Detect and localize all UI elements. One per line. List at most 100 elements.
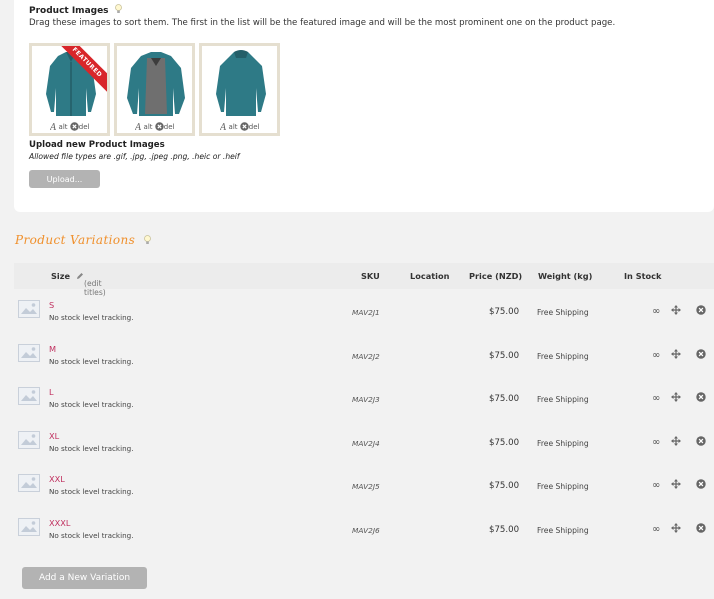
- remove-icon[interactable]: [696, 305, 706, 315]
- variation-stock[interactable]: ∞: [652, 306, 660, 317]
- thumb-actions: Aalt del: [117, 122, 192, 131]
- variation-weight[interactable]: Free Shipping: [537, 352, 589, 361]
- variation-sku[interactable]: MAV2J2: [352, 352, 380, 361]
- variation-row: L No stock level tracking. MAV2J3 $75.00…: [14, 378, 714, 421]
- stock-tracking-note: No stock level tracking.: [49, 443, 134, 453]
- del-label[interactable]: del: [249, 123, 260, 131]
- pencil-icon: [77, 273, 83, 279]
- variation-price[interactable]: $75.00: [489, 525, 519, 535]
- thumb-actions: Aalt del: [32, 122, 107, 131]
- alt-label[interactable]: alt: [229, 123, 238, 131]
- image-placeholder-icon[interactable]: [18, 343, 40, 362]
- variation-stock[interactable]: ∞: [652, 350, 660, 361]
- variation-price[interactable]: $75.00: [489, 307, 519, 317]
- variation-price[interactable]: $75.00: [489, 481, 519, 491]
- variation-size-link[interactable]: S: [49, 300, 54, 310]
- stock-tracking-note: No stock level tracking.: [49, 313, 134, 322]
- variation-sku[interactable]: MAV2J3: [352, 395, 380, 404]
- header-location: Location: [410, 271, 450, 281]
- variation-price[interactable]: $75.00: [489, 394, 519, 404]
- variation-size-link[interactable]: XXL: [49, 474, 65, 484]
- svg-text:A: A: [220, 123, 227, 131]
- lightbulb-icon[interactable]: [114, 4, 122, 14]
- variation-row: M No stock level tracking. MAV2J2 $75.00…: [14, 335, 714, 378]
- alt-text-icon[interactable]: A: [135, 122, 144, 131]
- variation-sku[interactable]: MAV2J1: [352, 308, 380, 317]
- alt-text-icon[interactable]: A: [50, 122, 59, 131]
- variation-size-link[interactable]: XL: [49, 431, 59, 441]
- stock-tracking-note: No stock level tracking.: [49, 400, 134, 409]
- variation-price[interactable]: $75.00: [489, 351, 519, 361]
- product-image-thumb[interactable]: Aalt del: [114, 43, 195, 136]
- header-price: Price (NZD): [469, 271, 523, 281]
- move-icon[interactable]: [671, 435, 681, 446]
- remove-icon[interactable]: [696, 479, 706, 489]
- image-placeholder-icon[interactable]: [18, 430, 40, 449]
- variation-weight[interactable]: Free Shipping: [537, 308, 589, 317]
- variation-sku[interactable]: MAV2J6: [352, 526, 380, 535]
- variation-row: XL No stock level tracking. MAV2J4 $75.0…: [14, 422, 714, 465]
- alt-label[interactable]: alt: [59, 123, 68, 131]
- move-icon[interactable]: [671, 348, 681, 359]
- add-variation-button[interactable]: Add a New Variation: [22, 567, 147, 589]
- variation-sku[interactable]: MAV2J4: [352, 439, 380, 448]
- remove-icon[interactable]: [696, 522, 706, 533]
- jacket-open-image: [127, 52, 185, 116]
- variation-size-link[interactable]: XXXL: [49, 518, 70, 528]
- upload-allowed-types: Allowed file types are .gif, .jpg, .jpeg…: [29, 152, 240, 161]
- product-variations-title: Product Variations: [15, 233, 152, 247]
- del-label[interactable]: del: [79, 123, 90, 131]
- lightbulb-icon[interactable]: [144, 235, 152, 245]
- svg-text:A: A: [50, 123, 57, 131]
- image-placeholder-icon[interactable]: [18, 387, 40, 405]
- thumb-actions: Aalt del: [202, 122, 277, 131]
- delete-icon[interactable]: [70, 122, 79, 131]
- variation-stock[interactable]: ∞: [652, 480, 660, 491]
- variation-sku[interactable]: MAV2J5: [352, 482, 380, 491]
- upload-button[interactable]: Upload...: [29, 170, 100, 188]
- variation-size-link[interactable]: M: [49, 344, 56, 354]
- svg-text:A: A: [135, 123, 142, 131]
- variation-stock[interactable]: ∞: [652, 437, 660, 448]
- variation-price[interactable]: $75.00: [489, 438, 519, 448]
- remove-icon[interactable]: [696, 348, 706, 359]
- variation-weight[interactable]: Free Shipping: [537, 526, 589, 535]
- upload-title: Upload new Product Images: [29, 140, 165, 150]
- stock-tracking-note: No stock level tracking.: [49, 530, 134, 540]
- header-weight: Weight (kg): [538, 271, 593, 281]
- move-icon[interactable]: [671, 479, 681, 489]
- del-label[interactable]: del: [164, 123, 175, 131]
- image-placeholder-icon[interactable]: [18, 517, 40, 536]
- header-sku: SKU: [361, 271, 380, 281]
- remove-icon[interactable]: [696, 435, 706, 446]
- product-image-thumb[interactable]: FEATURED Aalt del: [29, 43, 110, 136]
- image-placeholder-icon[interactable]: [18, 474, 40, 492]
- move-icon[interactable]: [671, 522, 681, 533]
- remove-icon[interactable]: [696, 392, 706, 402]
- image-placeholder-icon[interactable]: [18, 300, 40, 318]
- variation-weight[interactable]: Free Shipping: [537, 482, 589, 491]
- jacket-front-image: [46, 52, 96, 116]
- variations-header: Size (edit titles) SKU Location Price (N…: [14, 263, 714, 297]
- jacket-back-image: [216, 50, 266, 116]
- edit-titles-link[interactable]: (edit titles): [76, 271, 106, 297]
- delete-icon[interactable]: [240, 122, 249, 131]
- product-image-thumb[interactable]: Aalt del: [199, 43, 280, 136]
- variation-weight[interactable]: Free Shipping: [537, 439, 589, 448]
- variation-row: XXL No stock level tracking. MAV2J5 $75.…: [14, 465, 714, 508]
- stock-tracking-note: No stock level tracking.: [49, 356, 134, 366]
- variation-stock[interactable]: ∞: [652, 524, 660, 535]
- variation-row: XXXL No stock level tracking. MAV2J6 $75…: [14, 509, 714, 552]
- variation-stock[interactable]: ∞: [652, 393, 660, 404]
- alt-text-icon[interactable]: A: [220, 122, 229, 131]
- product-images-help: Drag these images to sort them. The firs…: [29, 18, 616, 28]
- stock-tracking-note: No stock level tracking.: [49, 487, 134, 496]
- alt-label[interactable]: alt: [144, 123, 153, 131]
- move-icon[interactable]: [671, 305, 681, 315]
- product-images-title: Product Images: [29, 3, 122, 16]
- delete-icon[interactable]: [155, 122, 164, 131]
- variation-size-link[interactable]: L: [49, 387, 54, 397]
- header-size: Size: [51, 271, 71, 281]
- move-icon[interactable]: [671, 392, 681, 402]
- variation-weight[interactable]: Free Shipping: [537, 395, 589, 404]
